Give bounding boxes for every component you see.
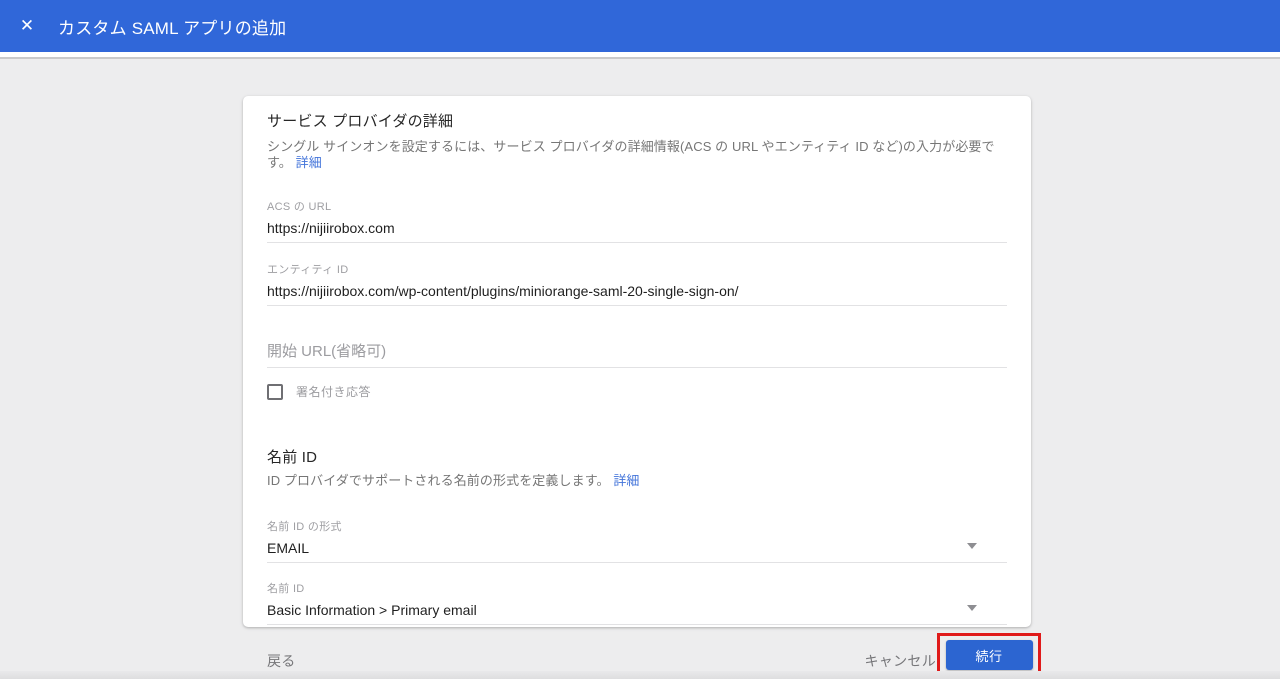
dialog-card: サービス プロバイダの詳細 シングル サインオンを設定するには、サービス プロバ…: [243, 96, 1031, 627]
name-id-format-field: 名前 ID の形式 EMAIL: [267, 520, 1007, 563]
header-divider: [0, 57, 1280, 59]
back-button[interactable]: 戻る: [267, 651, 296, 671]
start-url-input[interactable]: 開始 URL(省略可): [267, 342, 1007, 368]
cancel-button[interactable]: キャンセル: [865, 651, 937, 671]
acs-url-input[interactable]: https://nijiirobox.com: [267, 220, 1007, 243]
name-id-format-label: 名前 ID の形式: [267, 520, 1007, 534]
name-id-description: ID プロバイダでサポートされる名前の形式を定義します。 詳細: [267, 473, 1007, 489]
entity-id-input[interactable]: https://nijiirobox.com/wp-content/plugin…: [267, 283, 1007, 306]
acs-url-label: ACS の URL: [267, 200, 1007, 214]
dialog-header: ✕ カスタム SAML アプリの追加: [0, 0, 1280, 52]
name-id-heading: 名前 ID: [267, 447, 1007, 468]
name-id-description-text: ID プロバイダでサポートされる名前の形式を定義します。: [267, 473, 610, 488]
name-id-select[interactable]: Basic Information > Primary email: [267, 602, 1007, 625]
start-url-field: 開始 URL(省略可): [267, 342, 1007, 368]
service-provider-description-text: シングル サインオンを設定するには、サービス プロバイダの詳細情報(ACS の …: [267, 139, 995, 170]
checkbox-icon[interactable]: [267, 384, 283, 400]
close-icon[interactable]: ✕: [18, 17, 36, 35]
service-provider-description: シングル サインオンを設定するには、サービス プロバイダの詳細情報(ACS の …: [267, 139, 1007, 171]
name-id-format-select[interactable]: EMAIL: [267, 540, 1007, 563]
entity-id-field: エンティティ ID https://nijiirobox.com/wp-cont…: [267, 263, 1007, 306]
service-provider-heading: サービス プロバイダの詳細: [267, 111, 1007, 132]
signed-response-label: 署名付き応答: [296, 383, 371, 400]
service-provider-details-link[interactable]: 詳細: [296, 155, 322, 170]
name-id-field: 名前 ID Basic Information > Primary email: [267, 582, 1007, 625]
name-id-label: 名前 ID: [267, 582, 1007, 596]
signed-response-checkbox-row[interactable]: 署名付き応答: [267, 383, 1007, 400]
bottom-edge-shadow: [0, 671, 1280, 679]
entity-id-label: エンティティ ID: [267, 263, 1007, 277]
dialog-title: カスタム SAML アプリの追加: [58, 14, 286, 39]
acs-url-field: ACS の URL https://nijiirobox.com: [267, 200, 1007, 243]
continue-button[interactable]: 続行: [946, 640, 1033, 670]
chevron-down-icon[interactable]: [967, 605, 977, 611]
chevron-down-icon[interactable]: [967, 543, 977, 549]
name-id-details-link[interactable]: 詳細: [613, 473, 639, 488]
